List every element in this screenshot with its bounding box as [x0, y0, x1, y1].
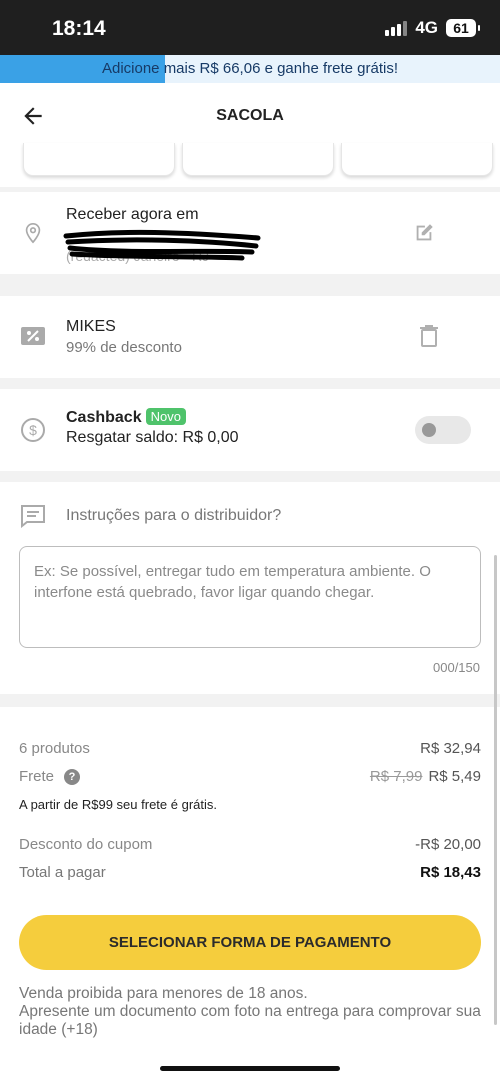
products-value: R$ 32,94: [420, 740, 481, 757]
address-title: Receber agora em: [66, 206, 199, 223]
free-shipping-text: Adicione mais R$ 66,06 e ganhe frete grá…: [101, 60, 398, 77]
instructions-title: Instruções para o distribuidor?: [66, 507, 282, 524]
char-counter: 000/150: [433, 660, 480, 675]
free-shipping-note: A partir de R$99 seu frete é grátis.: [19, 797, 217, 812]
home-indicator: [160, 1066, 340, 1071]
summary-total-row: Total a pagar R$ 18,43: [19, 864, 481, 881]
coupon-code: MIKES: [66, 318, 116, 335]
status-time: 18:14: [52, 17, 106, 40]
new-badge: Novo: [145, 408, 186, 425]
summary-freight-row: Frete? R$ 7,99 R$ 5,49: [19, 768, 481, 785]
coupon-section[interactable]: MIKES 99% de desconto: [0, 296, 500, 378]
header: SACOLA: [0, 83, 500, 147]
select-payment-button[interactable]: SELECIONAR FORMA DE PAGAMENTO: [19, 915, 481, 970]
free-shipping-banner: Adicione mais R$ 66,06 e ganhe frete grá…: [0, 55, 500, 83]
coupon-description: 99% de desconto: [66, 339, 182, 356]
cashback-title: Cashback: [66, 409, 142, 426]
status-bar: 18:14 4G 61: [0, 0, 500, 55]
discount-tag-icon: [20, 324, 46, 353]
product-card[interactable]: [182, 143, 334, 176]
cashback-title-row: Cashback Novo: [66, 408, 186, 427]
summary-products-row: 6 produtos R$ 32,94: [19, 740, 481, 757]
dollar-coin-icon: $: [20, 417, 46, 448]
message-icon: [20, 504, 46, 533]
freight-old-price: R$ 7,99: [369, 768, 423, 785]
freight-value: R$ 5,49: [428, 768, 481, 785]
product-cards-strip[interactable]: [0, 143, 500, 187]
product-card[interactable]: [23, 143, 175, 176]
product-card[interactable]: [341, 143, 493, 176]
cashback-balance: Resgatar saldo: R$ 0,00: [66, 429, 239, 446]
status-indicators: 4G 61: [385, 18, 480, 38]
help-icon[interactable]: ?: [64, 769, 81, 785]
page-title: SACOLA: [216, 107, 284, 124]
battery-icon: 61: [446, 19, 480, 37]
toggle-knob: [422, 423, 436, 437]
edit-icon[interactable]: [413, 222, 435, 249]
legal-line-1: Venda proibida para menores de 18 anos.: [19, 985, 308, 1002]
products-label: 6 produtos: [19, 740, 90, 757]
instructions-textarea[interactable]: Ex: Se possível, entregar tudo em temper…: [19, 546, 481, 648]
trash-icon[interactable]: [418, 324, 440, 353]
summary-coupon-row: Desconto do cupom -R$ 20,00: [19, 836, 481, 853]
scrollbar[interactable]: [494, 555, 497, 1025]
legal-line-2: Apresente um documento com foto na entre…: [19, 1003, 481, 1038]
freight-label: Frete: [19, 768, 55, 785]
network-label: 4G: [415, 18, 438, 37]
coupon-discount-value: -R$ 20,00: [415, 836, 481, 853]
total-value: R$ 18,43: [420, 864, 481, 881]
signal-icon: [385, 20, 408, 36]
total-label: Total a pagar: [19, 864, 106, 881]
legal-notice: Venda proibida para menores de 18 anos. …: [19, 985, 489, 1039]
svg-text:$: $: [29, 422, 37, 438]
cashback-toggle[interactable]: [415, 416, 471, 444]
coupon-discount-label: Desconto do cupom: [19, 836, 153, 853]
location-pin-icon: [22, 220, 44, 251]
redacted-address-scribble: [63, 229, 261, 261]
